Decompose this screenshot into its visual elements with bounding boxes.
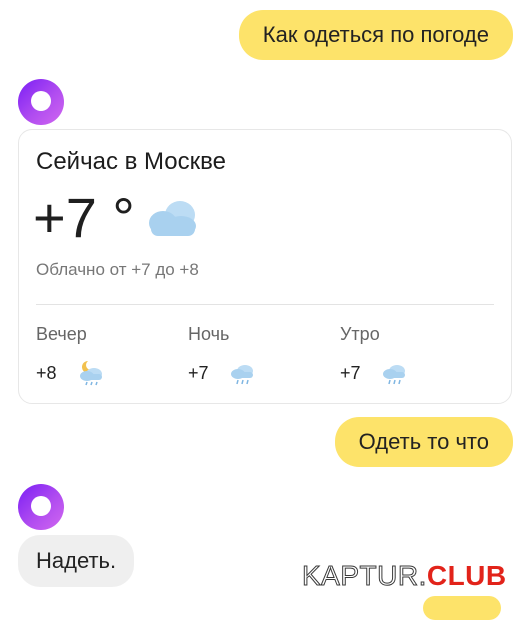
user-message-bubble: Как одеться по погоде [238,10,513,60]
user-message-bubble: Одеть то что [334,417,513,467]
forecast-item-evening: Вечер +8 [36,324,176,393]
weather-card-title: Сейчас в Москве [36,148,226,175]
weather-card[interactable]: Сейчас в Москве +7 ° Облачно от +7 до +8… [18,129,512,404]
cloud-rain-icon [383,365,405,385]
forecast-item-night: Ночь +7 [188,324,328,393]
user-message-text: Одеть то что [358,429,489,454]
watermark-text: KAPTUR. [302,560,427,592]
forecast-label: Утро [340,324,380,344]
user-message-bubble-partial [423,596,501,620]
assistant-avatar-icon [18,484,64,530]
weather-description: Облачно от +7 до +8 [36,260,199,279]
cloud-icon [149,201,196,236]
partly-cloudy-night-rain-icon [80,360,102,386]
assistant-avatar-icon [18,79,64,125]
assistant-message-bubble: Надеть. [18,535,135,587]
cloud-rain-icon [231,365,253,385]
current-temperature: +7 ° [33,186,135,249]
forecast-temperature: +7 [188,363,209,383]
assistant-message-text: Надеть. [36,548,117,573]
forecast-item-morning: Утро +7 [340,324,480,393]
watermark-text-accent: CLUB [426,560,507,591]
watermark: KAPTUR.CLUB [302,560,507,592]
forecast-label: Вечер [36,324,87,344]
forecast-temperature: +8 [36,363,57,383]
forecast-temperature: +7 [340,363,361,383]
divider [36,304,494,305]
forecast-label: Ночь [188,324,230,344]
user-message-text: Как одеться по погоде [262,22,489,47]
